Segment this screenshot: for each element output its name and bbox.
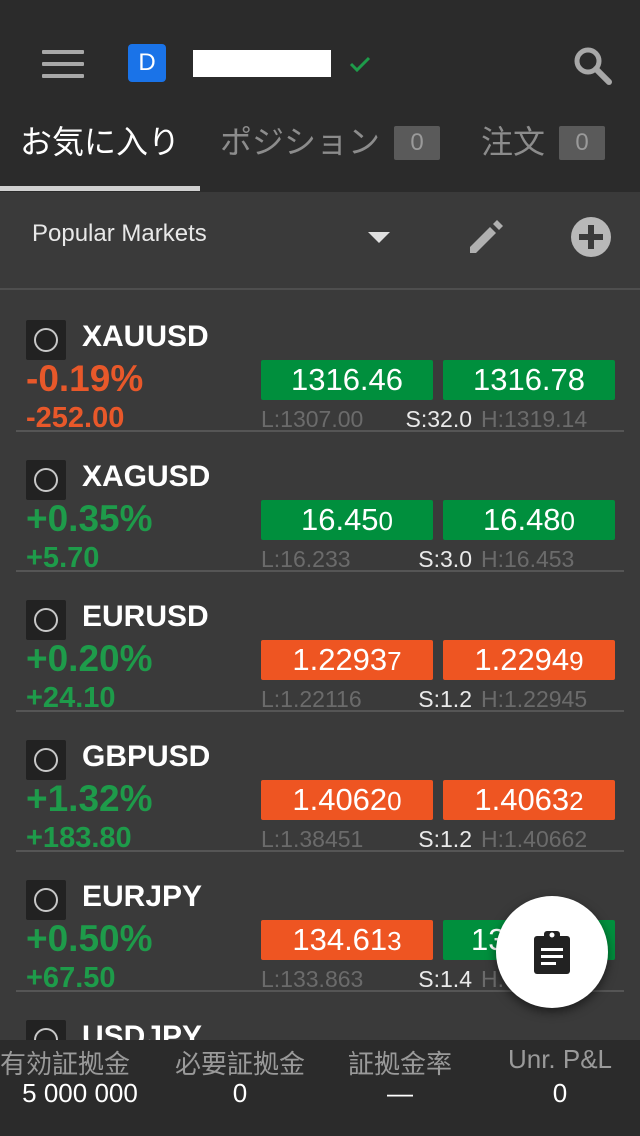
margin-ratio-label: 証拠金率: [347, 1049, 452, 1079]
price-main: 134.61: [292, 922, 388, 957]
spread: S:32.0: [405, 406, 473, 432]
market-symbol: XAUUSD: [82, 320, 209, 353]
price-main: 16.45: [300, 502, 379, 537]
account-summary-bar: 有効証拠金 5 000 000 必要証拠金 0 証拠金率 — Unr. P&L …: [0, 1040, 640, 1136]
change-percent: +0.35%: [26, 498, 153, 539]
tab-count-badge: 0: [394, 125, 441, 160]
sell-price-button[interactable]: 1316.46: [261, 360, 433, 400]
required-margin-value: 0: [232, 1078, 248, 1108]
tab-orders[interactable]: 注文 0: [481, 112, 606, 172]
low-price: L:133.863: [261, 966, 364, 992]
tab-count-badge: 0: [559, 125, 606, 160]
account-badge[interactable]: D: [128, 44, 166, 82]
low-price: L:1307.00: [261, 406, 364, 432]
market-symbol: EURUSD: [82, 600, 209, 633]
dropdown-icon[interactable]: [368, 232, 390, 243]
sell-price-button[interactable]: 1.40620: [261, 780, 433, 820]
margin-ratio-value: —: [387, 1078, 413, 1108]
equity-label: 有効証拠金: [0, 1049, 131, 1079]
buy-price-button[interactable]: 16.480: [443, 500, 615, 540]
price-pip: 7: [387, 646, 402, 676]
market-symbol: GBPUSD: [82, 740, 211, 773]
circle-icon: [34, 888, 58, 912]
favorite-toggle[interactable]: [26, 880, 66, 920]
circle-icon: [34, 328, 58, 352]
price-main: 1.2294: [474, 642, 570, 677]
price-pip: 0: [560, 506, 576, 536]
tab-positions[interactable]: ポジション 0: [220, 112, 441, 172]
sell-price-button[interactable]: 134.613: [261, 920, 433, 960]
price-pip: 9: [569, 646, 584, 676]
favorite-toggle[interactable]: [26, 740, 66, 780]
change-percent: -0.19%: [26, 358, 144, 399]
equity-value: 5 000 000: [22, 1078, 138, 1108]
market-symbol: EURJPY: [82, 880, 203, 913]
price-main: 1.2293: [292, 642, 388, 677]
unrealized-pnl-label: Unr. P&L: [507, 1044, 613, 1074]
check-icon: [349, 56, 371, 73]
high-price: H:1319.14: [481, 406, 588, 432]
market-row-xauusd[interactable]: XAUUSD -0.19% -252.00 1316.46 1316.78 L:…: [0, 290, 640, 434]
circle-icon: [34, 748, 58, 772]
tab-favorites[interactable]: お気に入り: [20, 112, 180, 172]
price-main: 1.4063: [474, 782, 570, 817]
favorite-toggle[interactable]: [26, 320, 66, 360]
unrealized-pnl-value: 0: [552, 1078, 568, 1108]
top-bar: D お気に入り ポジション 0 注文 0: [0, 0, 640, 192]
spread: S:3.0: [418, 546, 472, 572]
spread: S:1.2: [418, 826, 472, 852]
price-pip: 2: [569, 786, 584, 816]
tab-label: お気に入り: [20, 124, 181, 160]
market-row-gbpusd[interactable]: GBPUSD +1.32% +183.80 1.40620 1.40632 L:…: [0, 710, 640, 854]
sell-price-button[interactable]: 16.450: [261, 500, 433, 540]
watchlist-filter-bar: Popular Markets: [0, 192, 640, 288]
high-price: H:1.22945: [481, 686, 588, 712]
clipboard-icon: [534, 931, 570, 974]
tab-label: 注文: [481, 124, 546, 160]
high-price: H:1.40662: [481, 826, 588, 852]
order-ticket-button[interactable]: [496, 896, 608, 1008]
market-row-eurusd[interactable]: EURUSD +0.20% +24.10 1.22937 1.22949 L:1…: [0, 570, 640, 714]
buy-price-button[interactable]: 1.22949: [443, 640, 615, 680]
circle-icon: [34, 468, 58, 492]
buy-price-button[interactable]: 1.40632: [443, 780, 615, 820]
price-pip: 0: [387, 786, 402, 816]
search-icon[interactable]: [572, 45, 612, 85]
active-tab-indicator: [0, 186, 200, 191]
edit-icon[interactable]: [466, 217, 506, 257]
low-price: L:16.233: [261, 546, 351, 572]
low-price: L:1.38451: [261, 826, 364, 852]
required-margin-label: 必要証拠金: [174, 1049, 305, 1079]
watchlist-selector[interactable]: Popular Markets: [32, 220, 207, 248]
tab-label: ポジション: [220, 124, 381, 160]
price-main: 16.48: [482, 502, 561, 537]
change-percent: +0.50%: [26, 918, 153, 959]
circle-icon: [34, 608, 58, 632]
account-name-box[interactable]: [193, 50, 331, 77]
change-percent: +0.20%: [26, 638, 153, 679]
buy-price-button[interactable]: 1316.78: [443, 360, 615, 400]
price-main: 1.4062: [292, 782, 388, 817]
market-symbol: XAGUSD: [82, 460, 211, 493]
price-pip: 3: [387, 926, 402, 956]
spread: S:1.2: [418, 686, 472, 712]
market-row-xagusd[interactable]: XAGUSD +0.35% +5.70 16.450 16.480 L:16.2…: [0, 430, 640, 574]
high-price: H:16.453: [481, 546, 575, 572]
change-percent: +1.32%: [26, 778, 153, 819]
add-icon[interactable]: [570, 216, 612, 258]
favorite-toggle[interactable]: [26, 460, 66, 500]
low-price: L:1.22116: [261, 686, 362, 712]
menu-icon[interactable]: [42, 48, 84, 80]
favorite-toggle[interactable]: [26, 600, 66, 640]
price-pip: 0: [378, 506, 394, 536]
tab-bar: お気に入り ポジション 0 注文 0: [0, 112, 640, 192]
sell-price-button[interactable]: 1.22937: [261, 640, 433, 680]
spread: S:1.4: [418, 966, 472, 992]
